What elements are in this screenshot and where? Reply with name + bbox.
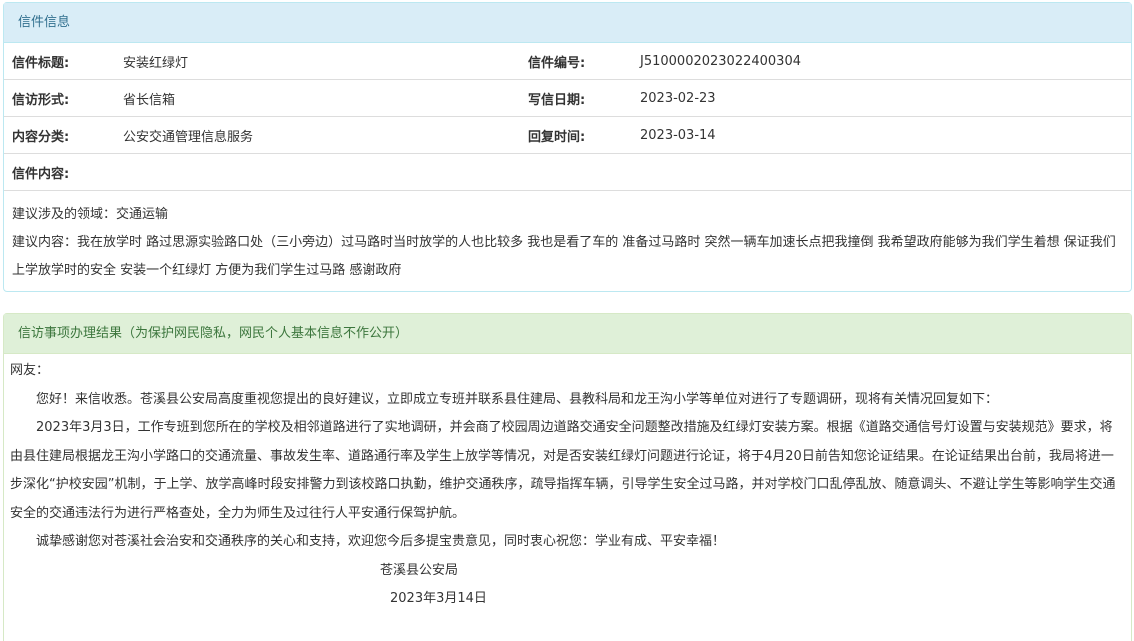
reply-time-label: 回复时间: [520, 116, 640, 154]
result-heading: 信访事项办理结果（为保护网民隐私，网民个人基本信息不作公开） [4, 314, 1131, 354]
letter-number-value: J5100002023022400304 [640, 43, 1131, 80]
title-value: 安装红绿灯 [123, 43, 520, 80]
letter-info-heading: 信件信息 [4, 3, 1131, 43]
title-label: 信件标题: [4, 43, 123, 80]
reply-body: 网友： 您好！来信收悉。苍溪县公安局高度重视您提出的良好建议，立即成立专班并联系… [4, 354, 1131, 614]
petition-form-label: 信访形式: [4, 79, 123, 117]
info-row-content: 信件内容: [4, 153, 1131, 191]
reply-date: 2023年3月14日 [390, 591, 487, 606]
category-value: 公安交通管理信息服务 [123, 116, 520, 154]
content-label: 信件内容: [4, 153, 1131, 191]
info-row-form: 信访形式: 省长信箱 写信日期: 2023-02-23 [4, 79, 1131, 117]
letter-number-label: 信件编号: [520, 43, 640, 80]
petition-form-value: 省长信箱 [123, 79, 520, 117]
reply-greeting: 网友： [10, 363, 50, 378]
reply-paragraph: 诚挚感谢您对苍溪社会治安和交通秩序的关心和支持，欢迎您今后多提宝贵意见，同时衷心… [36, 534, 726, 549]
content-domain-line: 建议涉及的领域：交通运输 [12, 207, 169, 222]
reply-signature: 苍溪县公安局 [380, 562, 459, 578]
letter-content: 建议涉及的领域：交通运输 建议内容：我在放学时 路过思源实验路口处（三小旁边）过… [4, 191, 1131, 285]
write-date-value: 2023-02-23 [640, 79, 1131, 117]
reply-paragraph: 您好！来信收悉。苍溪县公安局高度重视您提出的良好建议，立即成立专班并联系县住建局… [36, 391, 999, 407]
info-row-title: 信件标题: 安装红绿灯 信件编号: J5100002023022400304 [4, 43, 1131, 80]
letter-info-panel: 信件信息 信件标题: 安装红绿灯 信件编号: J5100002023022400… [3, 2, 1132, 292]
result-panel: 信访事项办理结果（为保护网民隐私，网民个人基本信息不作公开） 网友： 您好！来信… [3, 313, 1132, 641]
info-row-category: 内容分类: 公安交通管理信息服务 回复时间: 2023-03-14 [4, 116, 1131, 154]
write-date-label: 写信日期: [520, 79, 640, 117]
letter-info-table: 信件标题: 安装红绿灯 信件编号: J5100002023022400304 信… [4, 43, 1131, 191]
reply-time-value: 2023-03-14 [640, 116, 1131, 154]
reply-paragraph: 2023年3月3日，工作专班到您所在的学校及相邻道路进行了实地调研，并会商了校园… [10, 420, 1116, 521]
category-label: 内容分类: [4, 116, 123, 154]
content-suggestion-line: 建议内容：我在放学时 路过思源实验路口处（三小旁边）过马路时当时放学的人也比较多… [12, 235, 1116, 278]
